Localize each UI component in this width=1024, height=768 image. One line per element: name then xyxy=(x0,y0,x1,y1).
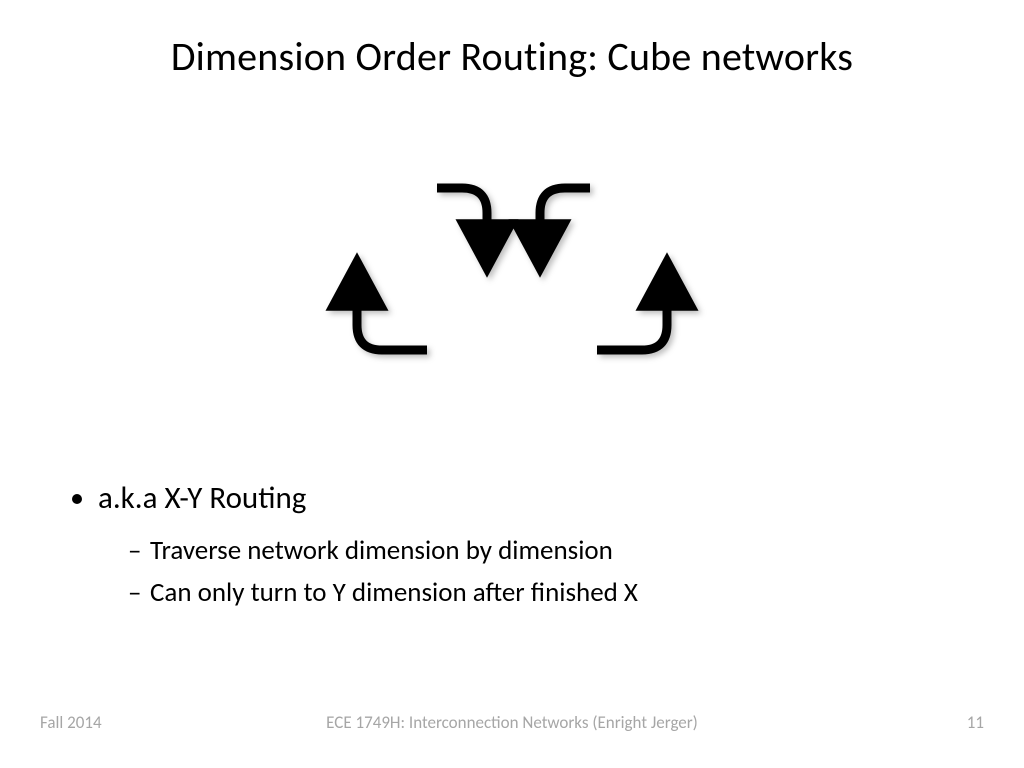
slide-title: Dimension Order Routing: Cube networks xyxy=(0,32,1024,81)
routing-arrows-diagram xyxy=(0,170,1024,390)
slide: Dimension Order Routing: Cube networks xyxy=(0,0,1024,768)
footer-left: Fall 2014 xyxy=(40,712,102,733)
bullet-main: a.k.a X-Y Routing Traverse network dimen… xyxy=(98,478,954,614)
bullet-list-level2: Traverse network dimension by dimension … xyxy=(128,530,954,614)
footer-page-number: 11 xyxy=(967,712,984,733)
bullet-sub-1: Traverse network dimension by dimension xyxy=(128,530,954,572)
arrows-svg xyxy=(292,170,732,370)
arrow-top-right-down-icon xyxy=(540,188,590,248)
slide-footer: ECE 1749H: Interconnection Networks (Enr… xyxy=(0,712,1024,736)
footer-center: ECE 1749H: Interconnection Networks (Enr… xyxy=(0,712,1024,733)
arrow-top-left-down-icon xyxy=(437,188,487,248)
bullet-list-area: a.k.a X-Y Routing Traverse network dimen… xyxy=(70,478,954,620)
arrow-bottom-right-up-icon xyxy=(597,282,667,350)
arrow-bottom-left-up-icon xyxy=(357,282,427,350)
bullet-sub-2: Can only turn to Y dimension after finis… xyxy=(128,572,954,614)
bullet-list-level1: a.k.a X-Y Routing Traverse network dimen… xyxy=(98,478,954,614)
bullet-main-text: a.k.a X-Y Routing xyxy=(98,479,306,517)
